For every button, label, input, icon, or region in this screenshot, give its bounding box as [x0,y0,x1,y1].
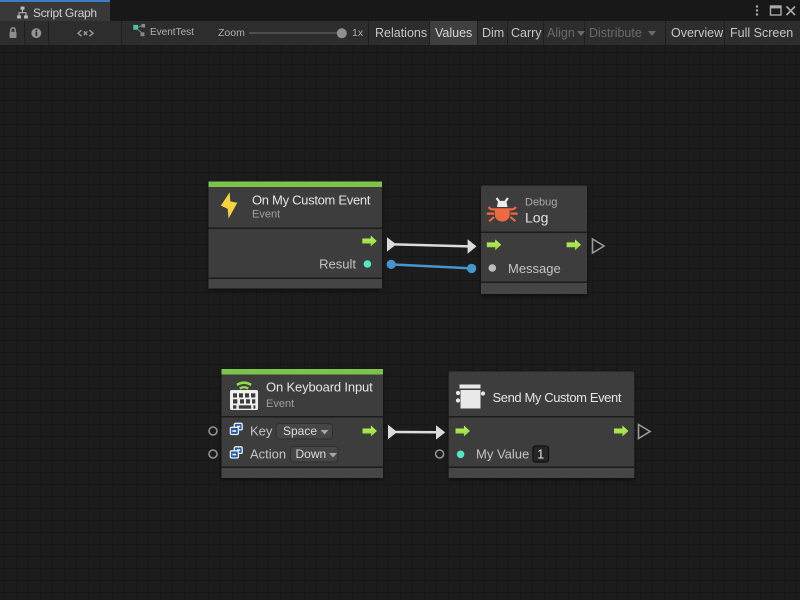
svg-text:Key: Key [250,424,273,439]
svg-text:Action: Action [250,447,286,462]
svg-text:Space: Space [283,424,317,438]
svg-text:Event: Event [252,209,280,221]
svg-text:Log: Log [525,210,548,226]
svg-text:Debug: Debug [525,197,557,209]
svg-text:My Value: My Value [476,447,529,462]
svg-text:Send My Custom Event: Send My Custom Event [493,390,622,405]
svg-text:Down: Down [296,447,327,461]
svg-text:1: 1 [537,448,544,462]
svg-text:On My Custom Event: On My Custom Event [252,193,371,208]
svg-text:Event: Event [266,398,294,410]
svg-text:On Keyboard Input: On Keyboard Input [266,380,373,395]
svg-text:Result: Result [319,256,356,271]
svg-text:Message: Message [508,261,561,276]
